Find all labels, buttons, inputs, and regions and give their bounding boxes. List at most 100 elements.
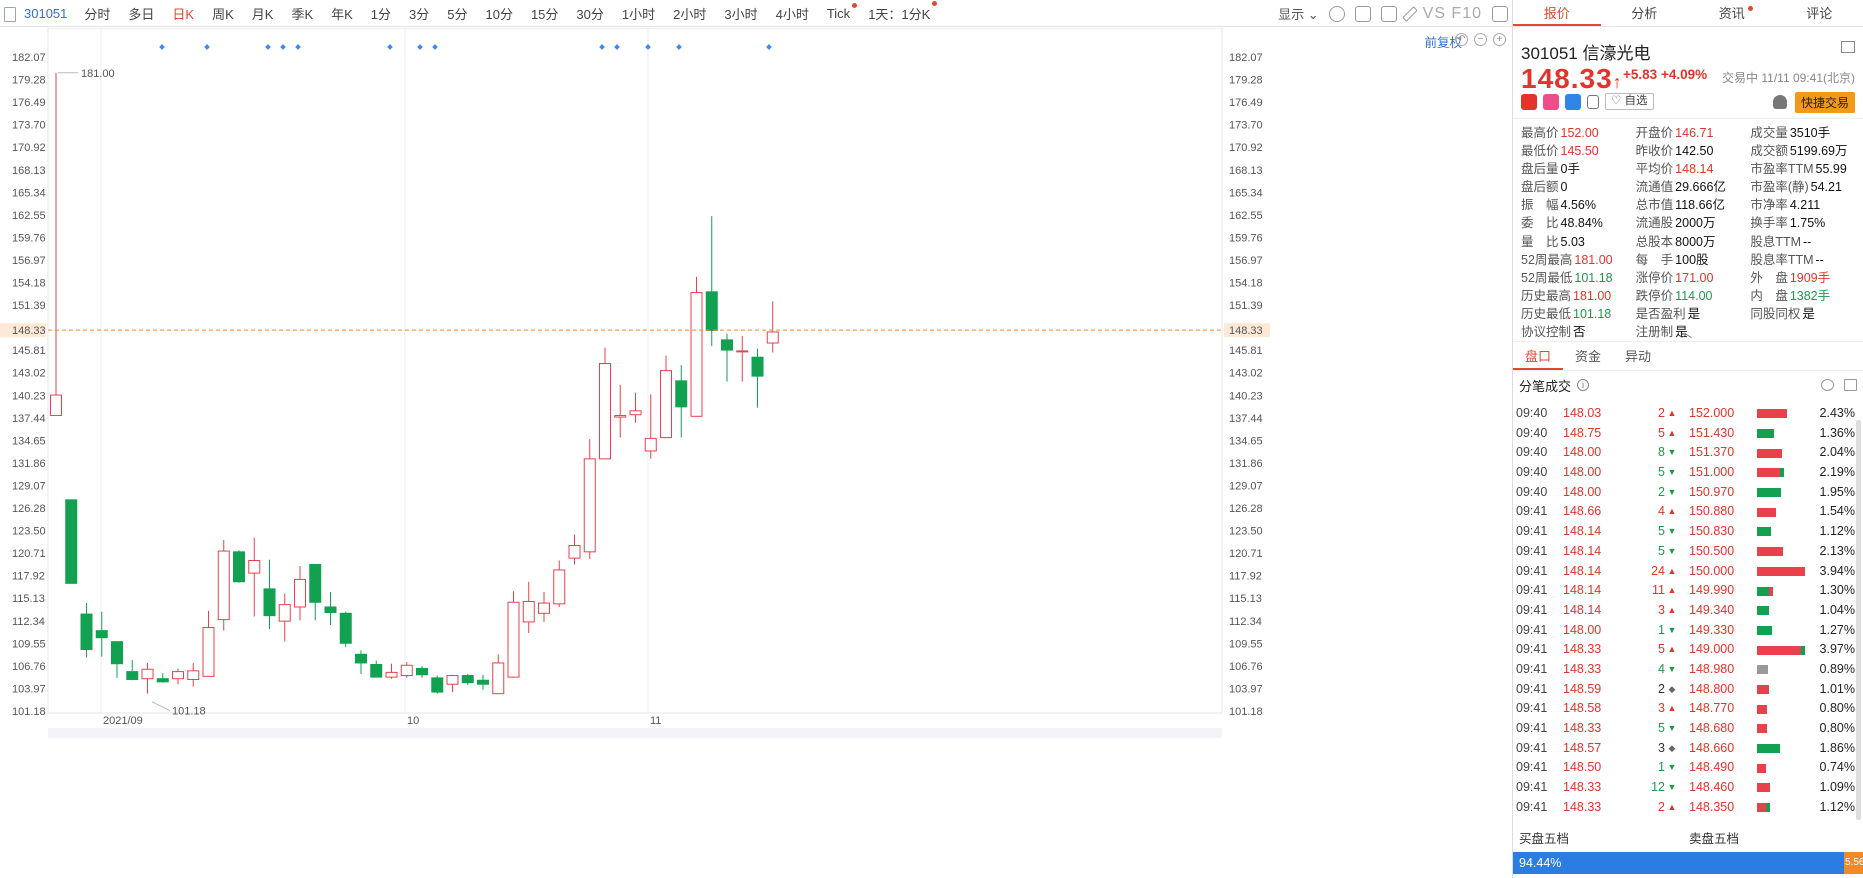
stat-cell: 外 盘 1909手 <box>1750 269 1855 287</box>
subtab-movement[interactable]: 异动 <box>1613 342 1663 370</box>
tab-comments[interactable]: 评论 <box>1776 0 1863 26</box>
period-1[interactable]: 多日 <box>119 4 163 23</box>
depth-percent: 1.54% <box>1819 504 1855 519</box>
undo-icon[interactable]: ↶ <box>1455 33 1468 46</box>
tick-time: 09:41 <box>1516 740 1548 755</box>
tick-list: 09:40 148.03 2 ▲ 09:40 148.75 5 ▲ 09:40 148.00 8 ▼ 0… <box>1513 404 1683 817</box>
tick-direction-icon: ▼ <box>1667 486 1677 497</box>
stat-cell: 市盈率(静) 54.21 <box>1750 178 1855 196</box>
period-18[interactable]: 1天：1分K <box>859 0 939 23</box>
depth-volume-bar <box>1757 783 1807 793</box>
zoom-out-icon[interactable]: − <box>1474 33 1487 46</box>
period-15[interactable]: 3小时 <box>715 4 766 23</box>
period-6[interactable]: 年K <box>322 4 362 23</box>
stat-label: 历史最低 <box>1521 306 1572 321</box>
tick-tools <box>1821 379 1857 391</box>
tick-price: 148.66 <box>1563 504 1602 519</box>
period-14[interactable]: 2小时 <box>664 4 715 23</box>
notes-icon[interactable] <box>1841 41 1855 53</box>
tick-direction-icon: ▲ <box>1667 585 1677 596</box>
collapse-caret-icon[interactable]: ︿ <box>1681 325 1692 341</box>
quick-trade-button[interactable]: 快捷交易 <box>1794 92 1855 113</box>
more-icon[interactable] <box>1821 379 1834 391</box>
stock-code-tab[interactable]: 301051 <box>0 6 75 22</box>
camera-icon[interactable] <box>1380 5 1397 22</box>
stock-title: 301051 信濠光电 <box>1521 44 1651 63</box>
candle-body <box>385 671 398 678</box>
stat-label: 换手率 <box>1750 216 1788 231</box>
stat-cell: 涨停价 171.00 <box>1636 269 1751 287</box>
buy-five-label[interactable]: 买盘五档 <box>1513 828 1683 850</box>
event-marker <box>265 44 271 50</box>
period-4[interactable]: 月K <box>243 4 283 23</box>
stat-value: 否 <box>1573 325 1586 340</box>
stat-cell: 成交额 5199.69万 <box>1750 142 1855 160</box>
depth-volume-bar <box>1757 684 1807 694</box>
period-17[interactable]: Tick <box>818 2 859 21</box>
subtab-capital[interactable]: 资金 <box>1563 342 1613 370</box>
draw-pen-icon[interactable] <box>1401 5 1418 22</box>
period-16[interactable]: 4小时 <box>767 4 818 23</box>
depth-row: 150.880 1.54% <box>1687 502 1857 522</box>
candle-body <box>660 370 672 439</box>
candle-body <box>599 363 611 460</box>
stats-row: 委 比 48.84% 流通股 2000万 换手率 1.75% <box>1521 214 1855 232</box>
period-13[interactable]: 1小时 <box>613 4 664 23</box>
depth-percent: 3.94% <box>1819 563 1855 578</box>
period-3[interactable]: 周K <box>203 4 243 23</box>
tick-price: 148.14 <box>1563 524 1602 539</box>
period-11[interactable]: 15分 <box>522 4 567 23</box>
zoom-in-icon[interactable]: + <box>1493 33 1506 46</box>
alert-bell-icon[interactable] <box>1773 95 1787 109</box>
tab-news[interactable]: 资讯 <box>1688 0 1776 26</box>
period-12[interactable]: 30分 <box>567 4 612 23</box>
depth-price: 149.000 <box>1689 642 1735 657</box>
period-9[interactable]: 5分 <box>438 4 476 23</box>
period-7[interactable]: 1分 <box>362 4 400 23</box>
settings-gear-icon[interactable] <box>1328 5 1345 22</box>
tab-analysis[interactable]: 分析 <box>1601 0 1689 26</box>
candle-body <box>355 653 367 664</box>
depth-volume-bar <box>1757 468 1807 478</box>
layout-toggle-icon[interactable] <box>1492 5 1508 22</box>
tag-icon[interactable] <box>1565 93 1581 110</box>
subtab-orderbook[interactable]: 盘口 <box>1513 342 1564 370</box>
tick-volume: 11 <box>1652 583 1665 598</box>
tab-quote[interactable]: 报价 <box>1513 0 1601 26</box>
period-8[interactable]: 3分 <box>400 4 438 23</box>
tick-price: 148.75 <box>1563 425 1602 440</box>
add-watchlist-button[interactable]: ♡ 自选 <box>1605 93 1654 110</box>
stat-label: 总市值 <box>1635 198 1674 213</box>
chart-style-icon[interactable] <box>1354 5 1371 22</box>
depth-row: 148.980 0.89% <box>1687 660 1857 680</box>
tick-direction-icon: ◆ <box>1668 742 1676 753</box>
period-10[interactable]: 10分 <box>476 4 521 23</box>
period-5[interactable]: 季K <box>282 4 322 23</box>
y-tick-label-right: 106.76 <box>1229 661 1263 673</box>
depth-price: 151.430 <box>1689 425 1735 440</box>
stat-label: 量 比 <box>1521 234 1559 249</box>
depth-scrollbar[interactable] <box>1856 420 1861 820</box>
tick-direction-icon: ▲ <box>1667 644 1677 655</box>
kline-chart-area[interactable]: 2021/09 10 11 182.07 182.07 179.28 179.28 176.4… <box>0 28 1512 878</box>
stat-cell: 市盈率TTM 55.99 <box>1750 160 1855 178</box>
info-icon[interactable]: i <box>1577 379 1590 391</box>
stat-label: 平均价 <box>1635 162 1674 177</box>
tick-volume: 4 <box>1658 661 1665 676</box>
stat-label: 最低价 <box>1521 144 1559 159</box>
period-0[interactable]: 分时 <box>75 4 119 23</box>
candlestick-chart[interactable]: 2021/09 10 11 182.07 182.07 179.28 179.28 176.4… <box>0 28 1512 878</box>
compare-f10-button[interactable]: VS F10 <box>1423 5 1482 23</box>
tick-volume: 12 <box>1651 780 1665 795</box>
tick-row: 09:41 148.14 3 ▲ <box>1513 601 1683 621</box>
bookmark-icon[interactable] <box>1587 94 1599 109</box>
period-2[interactable]: 日K <box>163 4 203 23</box>
stat-cell: 昨收价 142.50 <box>1636 142 1751 160</box>
sell-five-label[interactable]: 卖盘五档 <box>1683 828 1853 850</box>
list-view-icon[interactable] <box>1844 379 1857 391</box>
stat-value: 146.71 <box>1675 126 1714 140</box>
five-level-labels: 买盘五档 卖盘五档 <box>1513 828 1863 850</box>
y-tick-label-left: 159.76 <box>12 232 46 244</box>
display-dropdown[interactable]: 显示 ⌄ <box>1278 4 1319 23</box>
depth-row: 151.430 1.36% <box>1687 424 1857 444</box>
